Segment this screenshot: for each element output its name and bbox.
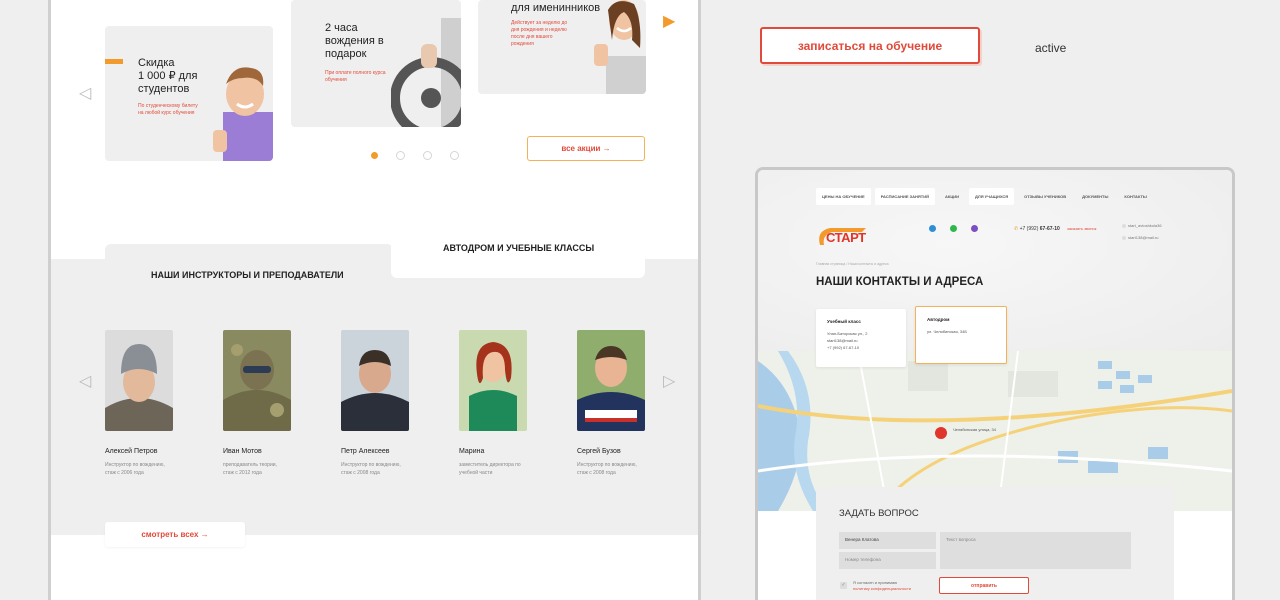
send-button[interactable]: отправить [939, 577, 1029, 594]
see-all-instructors-button[interactable]: смотреть всех → [105, 522, 245, 547]
slider-dot[interactable] [396, 151, 405, 160]
address-line: Улан-Баторская ул., 2 [827, 331, 868, 336]
instructor-card[interactable]: Алексей Петров Инструктор по вождению, с… [105, 330, 195, 477]
promo-title: Скидка 1 000 ₽ для студентов [138, 57, 198, 95]
signup-button[interactable]: записаться на обучение [760, 27, 980, 64]
phone-prefix: +7 (992) [1019, 226, 1040, 232]
tab-instructors-label: НАШИ ИНСТРУКТОРЫ И ПРЕПОДАВАТЕЛИ [151, 270, 344, 280]
tab-autodrom-label: АВТОДРОМ И УЧЕБНЫЕ КЛАССЫ [443, 243, 595, 253]
promo-title: 2 часа вождения в подарок [325, 22, 384, 60]
instructor-photo [459, 330, 527, 431]
promo-instructors-page: ◁ ▶ Скидка 1 000 ₽ для студентов По студ… [48, 0, 701, 600]
nav-item-documents[interactable]: ДОКУМЕНТЫ [1076, 188, 1114, 205]
nav-item-reviews[interactable]: ОТЗЫВЫ УЧЕНИКОВ [1018, 188, 1072, 205]
instructor-name: Иван Мотов [223, 448, 262, 455]
consent-text: Я согласен и принимаю политику конфиденц… [853, 580, 911, 592]
slider-pagination [371, 151, 459, 160]
promo-card-students[interactable]: Скидка 1 000 ₽ для студентов По студенче… [105, 26, 273, 161]
promo-description: При оплате полного курса обучения [325, 70, 386, 83]
instructor-card[interactable]: Иван Мотов преподаватель теории, стаж с … [223, 330, 313, 477]
instructor-name: Марина [459, 448, 485, 455]
promo-title: для именинников [511, 2, 601, 14]
email-icon [1122, 236, 1126, 240]
promo-accent-stripe [105, 59, 123, 64]
address-card-heading: Автодром [927, 317, 950, 322]
address-card-heading: Учебный класс [827, 319, 861, 324]
address-phone: +7 (992) 67-67-10 [827, 345, 860, 350]
whatsapp-icon[interactable] [950, 225, 957, 232]
form-title: ЗАДАТЬ ВОПРОС [839, 508, 919, 519]
phone-icon: ✆ [1014, 226, 1019, 232]
page-title: НАШИ КОНТАКТЫ И АДРЕСА [816, 276, 984, 288]
email-icon [1122, 224, 1126, 228]
instructor-role: Инструктор по вождению, стаж с 2008 года [577, 462, 637, 476]
start-logo[interactable]: СТАРТ [816, 225, 872, 249]
instructors-prev-arrow-icon[interactable]: ◁ [79, 374, 91, 390]
viber-icon[interactable] [971, 225, 978, 232]
nav-item-prices[interactable]: ЦЕНЫ НА ОБУЧЕНИЕ [816, 188, 871, 205]
consent-checkbox[interactable]: ✓ [840, 582, 847, 589]
nav-item-contacts[interactable]: КОНТАКТЫ [1118, 188, 1152, 205]
mock-main-nav: ЦЕНЫ НА ОБУЧЕНИЕ РАСПИСАНИЕ ЗАНЯТИЙ АКЦИ… [816, 188, 1153, 205]
slider-prev-arrow-icon[interactable]: ◁ [79, 86, 91, 102]
map-marker-label: Челябинская улица, 34 [953, 427, 996, 432]
instructor-role: преподаватель теории, стаж с 2012 года [223, 462, 277, 476]
nav-item-schedule[interactable]: РАСПИСАНИЕ ЗАНЯТИЙ [874, 188, 936, 205]
name-field[interactable]: Венера Клатова [839, 532, 936, 549]
promo-card-driving-gift[interactable]: 2 часа вождения в подарок При оплате пол… [291, 0, 461, 127]
nav-item-promos[interactable]: АКЦИИ [939, 188, 965, 205]
instructor-card[interactable]: Сергей Бузов Инструктор по вождению, ста… [577, 330, 667, 477]
nav-item-students[interactable]: ДЛЯ УЧАЩИХСЯ [969, 188, 1015, 205]
header-phone[interactable]: ✆ +7 (992) 67-67-10 [1014, 226, 1060, 232]
telegram-icon[interactable] [929, 225, 936, 232]
slider-dot[interactable] [423, 151, 432, 160]
consent-label: Я согласен и принимаю [853, 580, 898, 585]
state-label: active [1035, 41, 1067, 55]
promo-student-photo [213, 67, 273, 161]
question-form: ЗАДАТЬ ВОПРОС Венера Клатова Номер телеф… [816, 487, 1174, 600]
slider-dot[interactable] [450, 151, 459, 160]
promo-card-birthday[interactable]: для именинников Действует за неделю до д… [478, 0, 646, 94]
privacy-policy-link[interactable]: политику конфиденциальности [853, 586, 911, 591]
instructor-photo [105, 330, 173, 431]
instructor-photo [341, 330, 409, 431]
slider-dot-active[interactable] [371, 152, 378, 159]
instructor-role: Инструктор по вождению, стаж с 2006 года [105, 462, 165, 476]
instructor-card[interactable]: Петр Алексеев Инструктор по вождению, ст… [341, 330, 431, 477]
all-promos-button[interactable]: все акции → [527, 136, 645, 161]
promo-description: По студенческому билету на любой курс об… [138, 103, 198, 116]
instructor-card[interactable]: Марина заместитель директора по учебной … [459, 330, 549, 477]
phone-field[interactable]: Номер телефона [839, 552, 936, 569]
instructor-photo [577, 330, 645, 431]
instructor-role: заместитель директора по учебной части [459, 462, 521, 476]
address-card-autodrom[interactable]: Автодром ул. Челябинская, 34Б [915, 306, 1007, 364]
instructor-name: Алексей Петров [105, 448, 158, 455]
callback-link[interactable]: заказать звонок [1067, 226, 1096, 231]
instructor-name: Сергей Бузов [577, 448, 621, 455]
tab-autodrom[interactable]: АВТОДРОМ И УЧЕБНЫЕ КЛАССЫ [391, 228, 645, 278]
instructor-name: Петр Алексеев [341, 448, 390, 455]
address-email: start138@mail.ru [827, 338, 858, 343]
address-card-classroom[interactable]: Учебный класс Улан-Баторская ул., 2 star… [816, 309, 906, 367]
slider-next-arrow-icon[interactable]: ▶ [663, 14, 675, 30]
logo-text: СТАРТ [826, 230, 866, 245]
tab-instructors[interactable]: НАШИ ИНСТРУКТОРЫ И ПРЕПОДАВАТЕЛИ [105, 244, 393, 304]
phone-main: 67-67-10 [1039, 226, 1060, 232]
promo-description: Действует за неделю до дня рождения и не… [511, 20, 568, 47]
question-textarea[interactable]: Текст вопроса [940, 532, 1131, 569]
header-email-1[interactable]: start_avtoshkola36 [1128, 223, 1162, 228]
breadcrumb[interactable]: Главная страница / Наши контакты и адрес… [816, 262, 889, 266]
promo-steering-wheel-photo [391, 18, 461, 127]
instructor-photo [223, 330, 291, 431]
promo-woman-photo [594, 0, 646, 94]
contacts-page-mockup: ЦЕНЫ НА ОБУЧЕНИЕ РАСПИСАНИЕ ЗАНЯТИЙ АКЦИ… [755, 167, 1235, 600]
instructor-role: Инструктор по вождению, стаж с 2008 года [341, 462, 401, 476]
header-email-2[interactable]: start138@mail.ru [1128, 235, 1159, 240]
address-line: ул. Челябинская, 34Б [927, 329, 967, 334]
